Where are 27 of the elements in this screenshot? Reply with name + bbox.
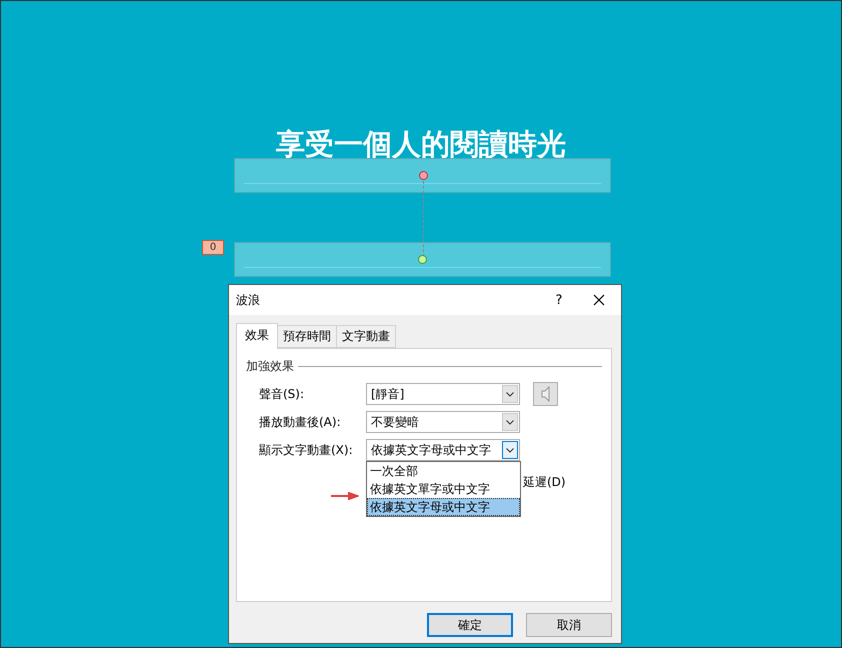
help-button[interactable]: ? (541, 285, 577, 315)
pointer-arrow (331, 492, 359, 500)
chevron-down-icon (506, 448, 514, 452)
cancel-button[interactable]: 取消 (526, 613, 612, 637)
dropdown-field[interactable]: [靜音] (366, 383, 520, 405)
chevron-down-icon (506, 420, 514, 424)
field-label: 顯示文字動畫(X): (259, 442, 354, 458)
chevron-down-icon (506, 392, 514, 396)
speaker-icon (540, 386, 550, 402)
animation-badge: 0 (202, 240, 224, 255)
tab[interactable]: 文字動畫 (336, 325, 396, 348)
field-label: 播放動畫後(A): (259, 414, 342, 430)
close-icon (593, 294, 605, 306)
dropdown-field[interactable]: 依據英文字母或中文字 (366, 439, 520, 461)
tab[interactable]: 預存時間 (277, 325, 337, 348)
dialog-title: 波浪 (236, 292, 261, 308)
speaker-button[interactable] (533, 382, 558, 406)
field-label: 延遲(D) (523, 474, 566, 491)
start-point-icon[interactable] (419, 171, 428, 180)
ok-button[interactable]: 確定 (427, 613, 513, 637)
end-point-icon[interactable] (418, 255, 427, 264)
field-label: 聲音(S): (259, 386, 306, 402)
slide-title: 享受一個人的閱讀時光 (275, 126, 567, 163)
tab[interactable]: 效果 (236, 323, 278, 349)
dropdown-field[interactable]: 不要變暗 (366, 411, 520, 433)
list-option[interactable]: 依據英文字母或中文字 (367, 498, 520, 516)
group-label: 加強效果 (246, 358, 294, 375)
